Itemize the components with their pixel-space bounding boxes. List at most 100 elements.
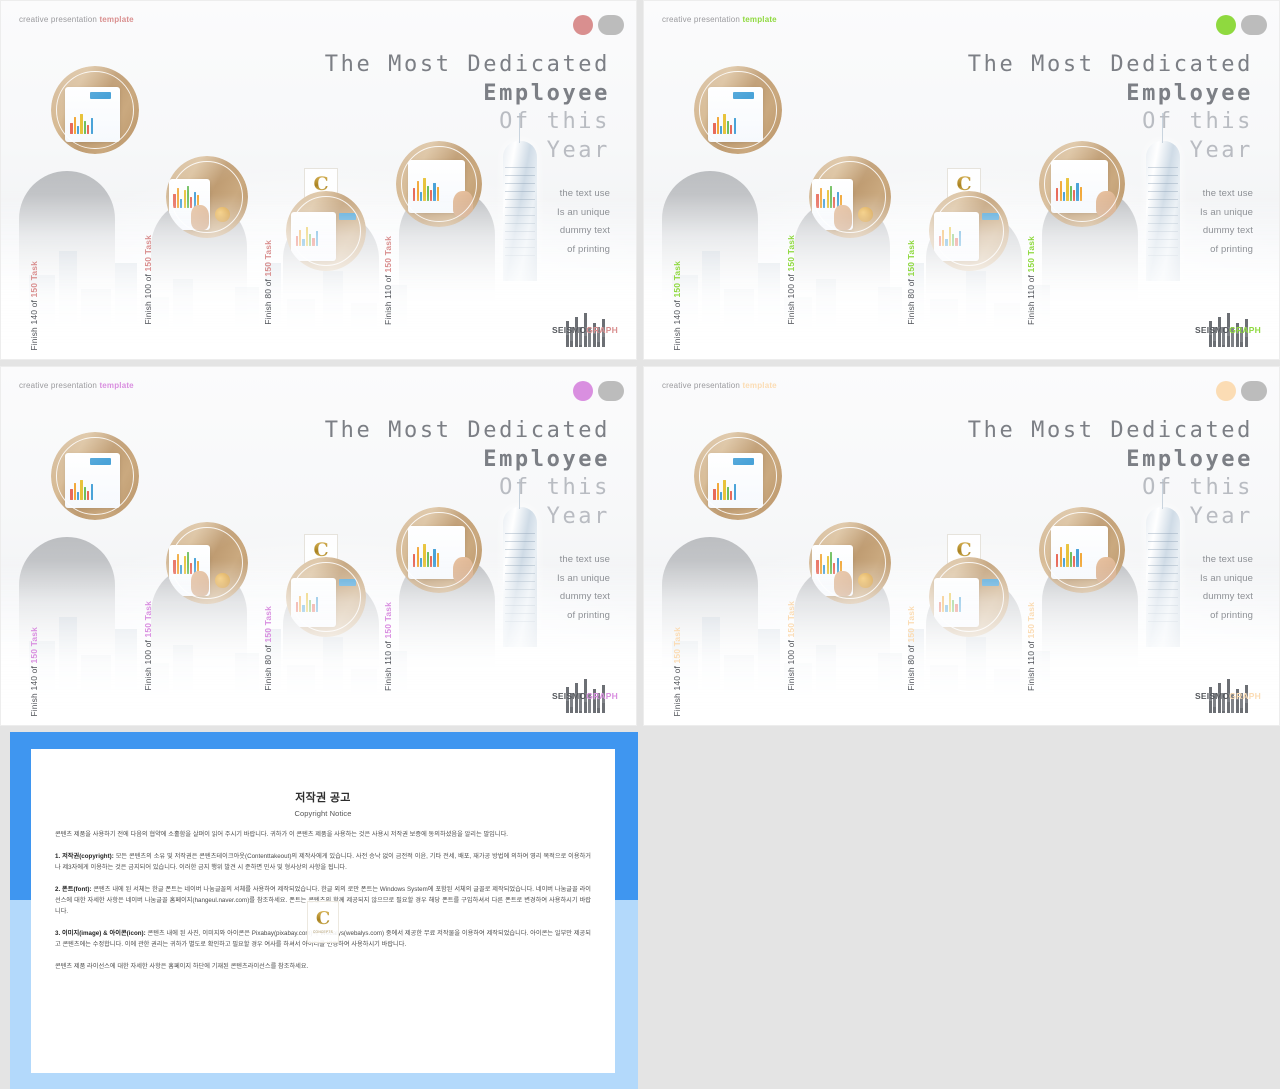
title-line-4: Year: [546, 503, 610, 529]
logo-wordmark: SEISMOGRAPH: [552, 691, 618, 701]
pillar-label-prefix: Finish 80 of: [263, 276, 273, 325]
title-line-2: Employee: [1126, 80, 1253, 106]
concepts-watermark-card: C CONCEPTS: [307, 901, 339, 943]
photo-medallion: [694, 66, 782, 154]
copyright-title-ko: 저작권 공고: [295, 792, 351, 804]
title-line-1: The Most Dedicated: [324, 418, 610, 443]
slide-title: The Most Dedicated Employee Of this Year: [325, 51, 610, 165]
slide-title: The Most Dedicated Employee Of this Year: [968, 417, 1253, 531]
pillar-label: Finish 80 of 150 Task: [263, 240, 273, 325]
pillar-label-prefix: Finish 80 of: [263, 642, 273, 691]
concepts-line1: CONCEPTS: [312, 930, 334, 934]
pillar-label: Finish 140 of 150 Task: [672, 261, 682, 351]
subtext-line-1: the text use: [559, 554, 610, 565]
fog-overlay: [644, 560, 1279, 725]
gray-pill-shape: [1241, 381, 1267, 401]
title-line-3: Of this: [1142, 475, 1253, 501]
title-line-3: Of this: [1142, 109, 1253, 135]
photo-medallion: [51, 66, 139, 154]
pillar-label-number: 150 Task: [263, 240, 273, 277]
title-line-3: Of this: [499, 109, 610, 135]
title-line-3: Of this: [499, 475, 610, 501]
logo-part-1: SEISMO: [1195, 325, 1230, 335]
subtext-line-2: Is an unique: [1200, 572, 1253, 584]
pillar-label-number: 150 Task: [383, 236, 393, 273]
copyright-section-3-label: 3. 이미지(image) & 아이콘(icon):: [55, 930, 146, 938]
title-line-2: Employee: [483, 446, 610, 472]
pillar-label-prefix: Finish 110 of: [383, 638, 393, 691]
fog-overlay: [644, 194, 1279, 359]
subtext-line-4: of printing: [1210, 609, 1253, 621]
slide-color-dots: [1216, 15, 1267, 35]
copyright-title-en: Copyright Notice: [294, 809, 352, 818]
slide-header: creative presentation template: [662, 381, 777, 390]
pillar-label: Finish 140 of 150 Task: [29, 261, 39, 351]
gray-pill-shape: [598, 15, 624, 35]
gray-pill-shape: [1241, 15, 1267, 35]
pillar-label: Finish 100 of 150 Task: [786, 601, 796, 691]
header-plain: creative presentation: [662, 15, 743, 24]
slide-thumbnail-2[interactable]: C CONCEPTS PRESENTATION: [643, 0, 1280, 360]
pillar-label: Finish 80 of 150 Task: [906, 240, 916, 325]
header-accent: template: [742, 15, 777, 24]
header-accent: template: [99, 15, 134, 24]
slide-subtext: the text use Is an unique dummy text of …: [1200, 551, 1253, 625]
header-accent: template: [742, 381, 777, 390]
accent-color-dot: [573, 15, 593, 35]
slide-thumbnail-4[interactable]: C CONCEPTS PRESENTATION: [643, 366, 1280, 726]
gray-pill-shape: [598, 381, 624, 401]
logo-part-2: GRAPH: [586, 691, 618, 701]
accent-color-dot: [1216, 15, 1236, 35]
pillar-label-prefix: Finish 140 of: [672, 663, 682, 717]
pillar-label-prefix: Finish 110 of: [1026, 638, 1036, 691]
header-plain: creative presentation: [19, 15, 100, 24]
title-line-4: Year: [546, 137, 610, 163]
pillar-label-number: 150 Task: [263, 606, 273, 643]
slide-thumbnail-3[interactable]: C CONCEPTS PRESENTATION: [0, 366, 637, 726]
copyright-intro-paragraph: 콘텐츠 제품을 사용하기 전에 다음의 협약에 소홀함을 살펴이 읽어 주시기 …: [55, 831, 509, 838]
pillar-label-prefix: Finish 140 of: [29, 663, 39, 717]
pillar-label: Finish 80 of 150 Task: [263, 606, 273, 691]
pillar-label-prefix: Finish 100 of: [786, 637, 796, 691]
header-accent: template: [99, 381, 134, 390]
slide-color-dots: [1216, 381, 1267, 401]
pillar-label: Finish 110 of 150 Task: [1026, 236, 1036, 325]
accent-color-dot: [1216, 381, 1236, 401]
concepts-letter: C: [315, 908, 331, 929]
pillar-label-number: 150 Task: [672, 261, 682, 298]
slide-thumbnail-1[interactable]: C CONCEPTS PRESENTATION: [0, 0, 637, 360]
copyright-section-2-label: 2. 폰트(font):: [55, 886, 92, 894]
pillar-label: Finish 110 of 150 Task: [383, 602, 393, 691]
copyright-section-1-label: 1. 저작권(copyright):: [55, 853, 114, 861]
pillar-label-number: 150 Task: [906, 240, 916, 277]
subtext-line-2: Is an unique: [557, 206, 610, 218]
subtext-line-3: dummy text: [1202, 225, 1253, 237]
slide-subtext: the text use Is an unique dummy text of …: [557, 185, 610, 259]
seismograph-logo: SEISMOGRAPH: [1195, 671, 1261, 713]
pillar-label-prefix: Finish 100 of: [143, 637, 153, 691]
logo-wordmark: SEISMOGRAPH: [1195, 325, 1261, 335]
title-line-1: The Most Dedicated: [324, 52, 610, 77]
slide-color-dots: [573, 381, 624, 401]
slide-title: The Most Dedicated Employee Of this Year: [325, 417, 610, 531]
subtext-line-1: the text use: [559, 188, 610, 199]
copyright-notice-panel[interactable]: 저작권 공고 Copyright Notice 콘텐츠 제품을 사용하기 전에 …: [0, 732, 638, 1089]
subtext-line-4: of printing: [1210, 243, 1253, 255]
logo-part-1: SEISMO: [552, 325, 587, 335]
title-line-4: Year: [1189, 503, 1253, 529]
subtext-line-2: Is an unique: [1200, 206, 1253, 218]
logo-part-2: GRAPH: [1229, 691, 1261, 701]
title-line-1: The Most Dedicated: [967, 52, 1253, 77]
pillar-label-prefix: Finish 110 of: [1026, 272, 1036, 325]
pillar-label-number: 150 Task: [143, 235, 153, 272]
copyright-footer-paragraph: 콘텐츠 제품 라이선스에 대한 자세한 사항은 홈페이지 하단에 기재된 콘텐츠…: [55, 963, 309, 971]
copyright-section-1-body: 모든 콘텐츠의 소유 및 저작권은 콘텐츠테이크아웃(Contenttakeou…: [55, 853, 592, 872]
pillar-label-number: 150 Task: [1026, 602, 1036, 639]
subtext-line-3: dummy text: [1202, 591, 1253, 603]
pillar-label-number: 150 Task: [786, 601, 796, 638]
pillar-label: Finish 110 of 150 Task: [1026, 602, 1036, 691]
header-plain: creative presentation: [662, 381, 743, 390]
screenshot-canvas: C CONCEPTS PRESENTATION: [0, 0, 1280, 1089]
subtext-line-4: of printing: [567, 609, 610, 621]
pillar-label-number: 150 Task: [786, 235, 796, 272]
